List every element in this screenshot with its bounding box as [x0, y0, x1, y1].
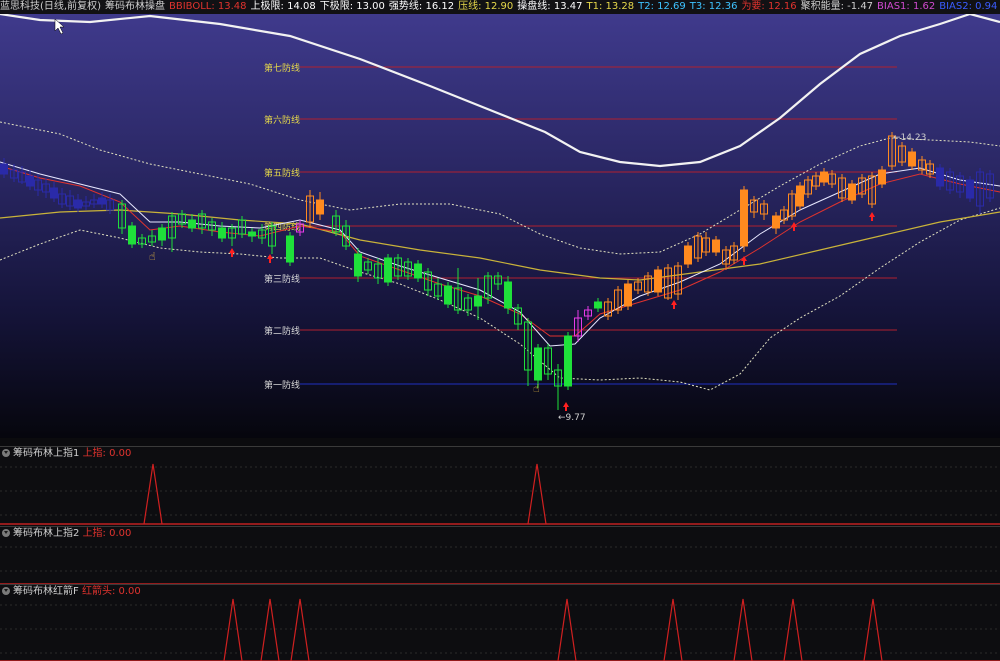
panel-menu-icon[interactable] [2, 587, 10, 595]
indicator-value-4: 下极限: 13.00 [319, 1, 385, 12]
candle-body [158, 227, 166, 241]
indicator-value-8: T1: 13.28 [586, 1, 635, 12]
candle-body [936, 167, 944, 187]
sub-panel-2-title: 筹码布林上指2 [13, 528, 80, 539]
indicator-value-0: 蓝思科技(日线,前复权) [0, 1, 101, 12]
sub-panel-3-value: 红箭头: 0.00 [81, 586, 141, 597]
candle-body [218, 227, 226, 239]
buy-arrow-icon [267, 254, 273, 263]
sub-panel-1-header: 筹码布林上指1 上指: 0.00 [2, 448, 131, 460]
candle-body [188, 219, 196, 229]
strong-line [0, 14, 1000, 168]
signal-peak [663, 598, 683, 661]
indicator-value-13: BIAS1: 1.62 [877, 1, 936, 12]
signal-peak [783, 598, 803, 661]
candle-body [0, 163, 8, 175]
candle-body [504, 281, 512, 309]
low-price-label: ←9.77 [558, 413, 586, 423]
candle-body [654, 269, 662, 293]
sub-panel-3-title: 筹码布林红箭F [13, 586, 79, 597]
indicator-value-2: BBIBOLL: 13.48 [168, 1, 247, 12]
candle-body [74, 199, 82, 209]
candle-body [878, 169, 886, 185]
indicator-value-6: 压线: 12.90 [458, 1, 514, 12]
signal-peak [223, 598, 243, 661]
candle-body [474, 295, 482, 307]
candle-body [624, 283, 632, 307]
candle-body [316, 199, 324, 215]
lower-band [0, 207, 1000, 391]
panel-menu-icon[interactable] [2, 449, 10, 457]
sub-panel-3-chart [0, 598, 1000, 661]
sub-panel-1-title: 筹码布林上指1 [13, 448, 80, 459]
signal-peak [733, 598, 753, 661]
buy-arrow-icon [229, 248, 235, 257]
defense-label-5: 第五防线 [264, 167, 300, 179]
kline-chart[interactable]: 第七防线第六防线第五防线第四防线第三防线第二防线第一防线☝☝←14.23←9.7… [0, 14, 1000, 438]
sub-panel-1-chart [0, 463, 1000, 525]
candle-body [712, 239, 720, 253]
candle-body [444, 285, 452, 305]
sub-panel-2[interactable]: 筹码布林上指2 上指: 0.00 [0, 526, 1000, 585]
indicator-value-7: 操盘线: 13.47 [517, 1, 583, 12]
defense-label-2: 第二防线 [264, 325, 300, 337]
indicator-value-11: 为要: 12.16 [741, 1, 797, 12]
sub-panel-2-chart [0, 546, 1000, 585]
candle-body [286, 235, 294, 263]
hand-pointer-icon: ☝ [149, 250, 156, 263]
candle-body [384, 257, 392, 283]
indicator-value-1: 筹码布林操盘 [104, 1, 165, 12]
sub-panel-3-header: 筹码布林红箭F 红箭头: 0.00 [2, 586, 141, 598]
buy-arrow-icon [563, 402, 569, 411]
candle-body [684, 245, 692, 265]
indicator-value-12: 聚积能量: -1.47 [800, 1, 874, 12]
candle-body [248, 231, 256, 237]
buy-arrow-icon [869, 212, 875, 221]
defense-label-1: 第一防线 [264, 379, 300, 391]
signal-peak [260, 598, 280, 661]
defense-label-7: 第七防线 [264, 62, 300, 74]
sub-panel-1-value: 上指: 0.00 [82, 448, 132, 459]
candle-body [354, 253, 362, 277]
candle-body [772, 215, 780, 229]
defense-label-6: 第六防线 [264, 114, 300, 126]
indicator-value-9: T2: 12.69 [638, 1, 686, 12]
candle-body [534, 347, 542, 381]
buy-arrow-icon [671, 300, 677, 309]
indicator-value-10: T3: 12.36 [689, 1, 738, 12]
sub-panel-3[interactable]: 筹码布林红箭F 红箭头: 0.00 [0, 584, 1000, 661]
indicator-header-bar: 蓝思科技(日线,前复权) 筹码布林操盘 BBIBOLL: 13.48 上极限: 14.… [0, 0, 1000, 14]
candle-body [796, 185, 804, 207]
candle-body [414, 263, 422, 279]
signal-peak [557, 598, 577, 661]
hand-pointer-icon: ☝ [533, 382, 540, 395]
signal-peak [863, 598, 883, 661]
signal-peak [290, 598, 310, 661]
candle-body [564, 335, 572, 387]
indicator-value-3: 上极限: 14.08 [250, 1, 316, 12]
defense-label-3: 第三防线 [264, 273, 300, 285]
candle-body [848, 183, 856, 201]
candle-body [594, 301, 602, 309]
indicator-value-5: 强势线: 16.12 [388, 1, 455, 12]
candle-body [908, 151, 916, 167]
sub-panel-2-value: 上指: 0.00 [82, 528, 132, 539]
candle-body [26, 175, 34, 187]
buy-arrow-icon [741, 256, 747, 265]
sub-panel-2-header: 筹码布林上指2 上指: 0.00 [2, 528, 131, 540]
high-price-label: ←14.23 [893, 133, 926, 143]
main-kline-panel[interactable]: 第七防线 第六防线 第五防线 第四防线 第三防线 第二防线 第一防线 ☝ ☝ ←14.23 ←9.7… [0, 14, 1000, 438]
sub-panel-1[interactable]: 筹码布林上指1 上指: 0.00 [0, 446, 1000, 527]
candle-body [966, 179, 974, 199]
candle-body [98, 197, 106, 205]
indicator-value-14: BIAS2: 0.94 [939, 1, 998, 12]
candle-body [128, 225, 136, 245]
candle-body [820, 171, 828, 183]
candle-body [740, 189, 748, 247]
candle-body [50, 187, 58, 199]
panel-menu-icon[interactable] [2, 529, 10, 537]
buy-arrow-icon [791, 222, 797, 231]
